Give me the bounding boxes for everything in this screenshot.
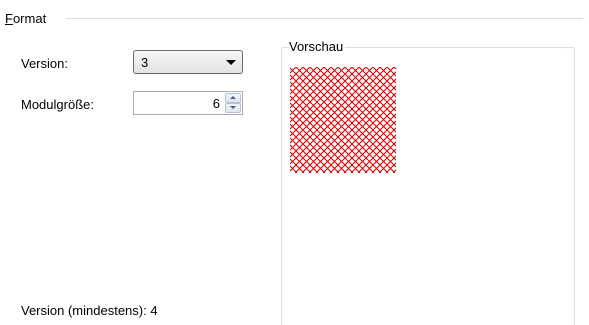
version-label: Version: xyxy=(21,56,68,71)
spin-down-icon xyxy=(230,106,236,109)
format-title-accelerator: F xyxy=(5,11,13,26)
preview-title: Vorschau xyxy=(289,39,346,54)
spin-up-button[interactable] xyxy=(225,93,241,103)
format-separator xyxy=(66,18,583,19)
qr-code-preview xyxy=(290,67,396,173)
version-select[interactable]: 3 xyxy=(133,50,243,74)
min-version-label: Version (mindestens): 4 xyxy=(21,303,158,318)
spin-up-icon xyxy=(230,96,236,99)
format-panel: Format Version: 3 Modulgröße: 6 Vorschau… xyxy=(0,0,589,325)
module-size-spinbox[interactable]: 6 xyxy=(133,91,243,115)
module-size-label: Modulgröße: xyxy=(21,97,94,112)
spin-buttons xyxy=(225,93,241,113)
chevron-down-icon xyxy=(226,60,236,65)
version-select-value: 3 xyxy=(141,55,149,70)
format-title-rest: ormat xyxy=(12,11,47,26)
spin-down-button[interactable] xyxy=(225,103,241,113)
module-size-value[interactable]: 6 xyxy=(213,96,220,111)
format-section-title: Format xyxy=(5,11,55,26)
